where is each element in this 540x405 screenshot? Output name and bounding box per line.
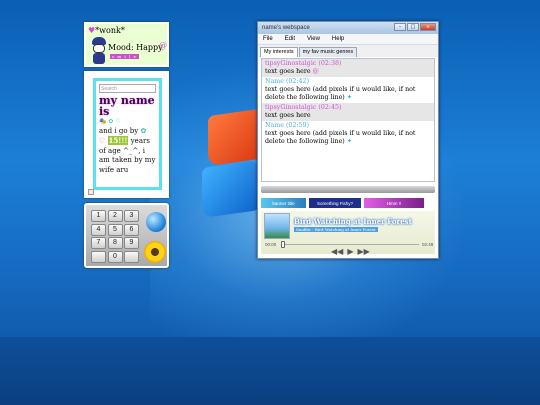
seek-track[interactable] xyxy=(283,244,419,245)
key-7[interactable]: 7 xyxy=(91,237,106,249)
banner-row: banner title Something Fishy? Hmm !! xyxy=(261,198,435,208)
close-button[interactable]: × xyxy=(420,23,436,31)
heart-icon: ♥ xyxy=(88,25,96,35)
menu-view[interactable]: View xyxy=(307,36,320,42)
key-1[interactable]: 1 xyxy=(91,210,106,222)
key-3[interactable]: 3 xyxy=(124,210,139,222)
mood-text: Mood: Happy xyxy=(108,43,163,52)
list-item: tipsyGinostalgic (02:38) text goes here … xyxy=(262,59,434,77)
menu-help[interactable]: Help xyxy=(332,36,344,42)
window-title: name's webspace xyxy=(262,25,310,31)
list-item: Name (02:59) text goes here (add pixels … xyxy=(265,122,416,145)
play-icon[interactable]: ▶ xyxy=(347,247,353,256)
menu-edit[interactable]: Edit xyxy=(285,36,295,42)
forward-icon[interactable]: ▶▶ xyxy=(357,247,369,256)
horizontal-scrollbar[interactable] xyxy=(261,186,435,193)
tab-my-interests[interactable]: My interests xyxy=(260,47,298,57)
note-title: my name is xyxy=(99,94,155,118)
key-6[interactable]: 6 xyxy=(124,223,139,236)
phone-key-icon[interactable] xyxy=(91,250,106,263)
album-art xyxy=(264,213,290,239)
profile-note-gadget[interactable]: Search my name is 🎭 ✿ ♡ and i go by ✿ ♡ … xyxy=(84,71,169,198)
list-item: tipsyGinostalgic (02:45) text goes here xyxy=(262,103,434,121)
chat-log[interactable]: tipsyGinostalgic (02:38) text goes here … xyxy=(261,58,435,182)
song-title: Bird Watching at Inner Forest xyxy=(294,217,412,226)
broken-image-icon xyxy=(88,189,94,195)
swirl-icon: @ xyxy=(312,68,319,75)
banner-button-3[interactable]: Hmm !! xyxy=(364,198,424,208)
key-0[interactable]: 0 xyxy=(107,250,123,263)
globe-icon[interactable] xyxy=(146,212,166,232)
name-placeholder-icons: 🎭 ✿ ♡ xyxy=(99,118,121,125)
tab-music-genres[interactable]: my fav music genres xyxy=(298,47,358,57)
key-5[interactable]: 5 xyxy=(107,223,123,236)
menubar: File Edit View Help xyxy=(258,34,438,45)
note-age: ♡ 15!!! years of age ^_^, i am taken by … xyxy=(99,136,156,174)
key-9[interactable]: 9 xyxy=(124,237,139,249)
banner-button-1[interactable]: banner title xyxy=(261,198,306,208)
hangup-key-icon[interactable] xyxy=(124,250,139,263)
list-item: Name (02:42) text goes here (add pixels … xyxy=(265,78,416,101)
bird-icon: ✦ xyxy=(346,138,353,145)
calculator-gadget[interactable]: 1 2 3 4 5 6 7 8 9 0 xyxy=(84,203,169,268)
tab-strip: My interests my fav music genres xyxy=(258,45,438,57)
keypad: 1 2 3 4 5 6 7 8 9 0 xyxy=(91,210,141,263)
rewind-icon[interactable]: ◀◀ xyxy=(331,247,343,256)
sunflower-icon[interactable] xyxy=(144,241,166,263)
swirl-icon: @ xyxy=(159,41,167,50)
webspace-window[interactable]: name's webspace – □ × File Edit View Hel… xyxy=(257,21,439,259)
key-8[interactable]: 8 xyxy=(107,237,123,249)
key-2[interactable]: 2 xyxy=(107,210,123,222)
song-artist: Snuffer - Bird Watching at Inner Forest xyxy=(294,227,378,232)
player-controls: ◀◀ ▶ ▶▶ xyxy=(331,247,370,256)
key-4[interactable]: 4 xyxy=(91,223,106,236)
bird-icon: ✦ xyxy=(346,94,353,101)
time-current: 00:00 xyxy=(265,242,277,247)
mood-name: *wonk* xyxy=(95,25,125,35)
window-controls: – □ × xyxy=(394,23,436,31)
maximize-button[interactable]: □ xyxy=(407,23,419,31)
search-input[interactable]: Search xyxy=(99,84,156,93)
profile-note-frame: Search my name is 🎭 ✿ ♡ and i go by ✿ ♡ … xyxy=(93,78,162,190)
banner-button-2[interactable]: Something Fishy? xyxy=(309,198,361,208)
seek-knob[interactable] xyxy=(281,241,285,248)
time-total: 02:49 xyxy=(422,242,434,247)
note-line-1: and i go by ✿ xyxy=(99,126,147,135)
mood-gadget[interactable]: ♥ *wonk* Mood: Happy @ s m i l e xyxy=(84,22,169,67)
mood-badge: s m i l e xyxy=(110,54,139,59)
menu-file[interactable]: File xyxy=(263,36,273,42)
minimize-button[interactable]: – xyxy=(394,23,406,31)
music-player: Bird Watching at Inner Forest Snuffer - … xyxy=(261,211,435,256)
avatar xyxy=(90,37,108,65)
desktop-bottom-band xyxy=(0,337,540,405)
